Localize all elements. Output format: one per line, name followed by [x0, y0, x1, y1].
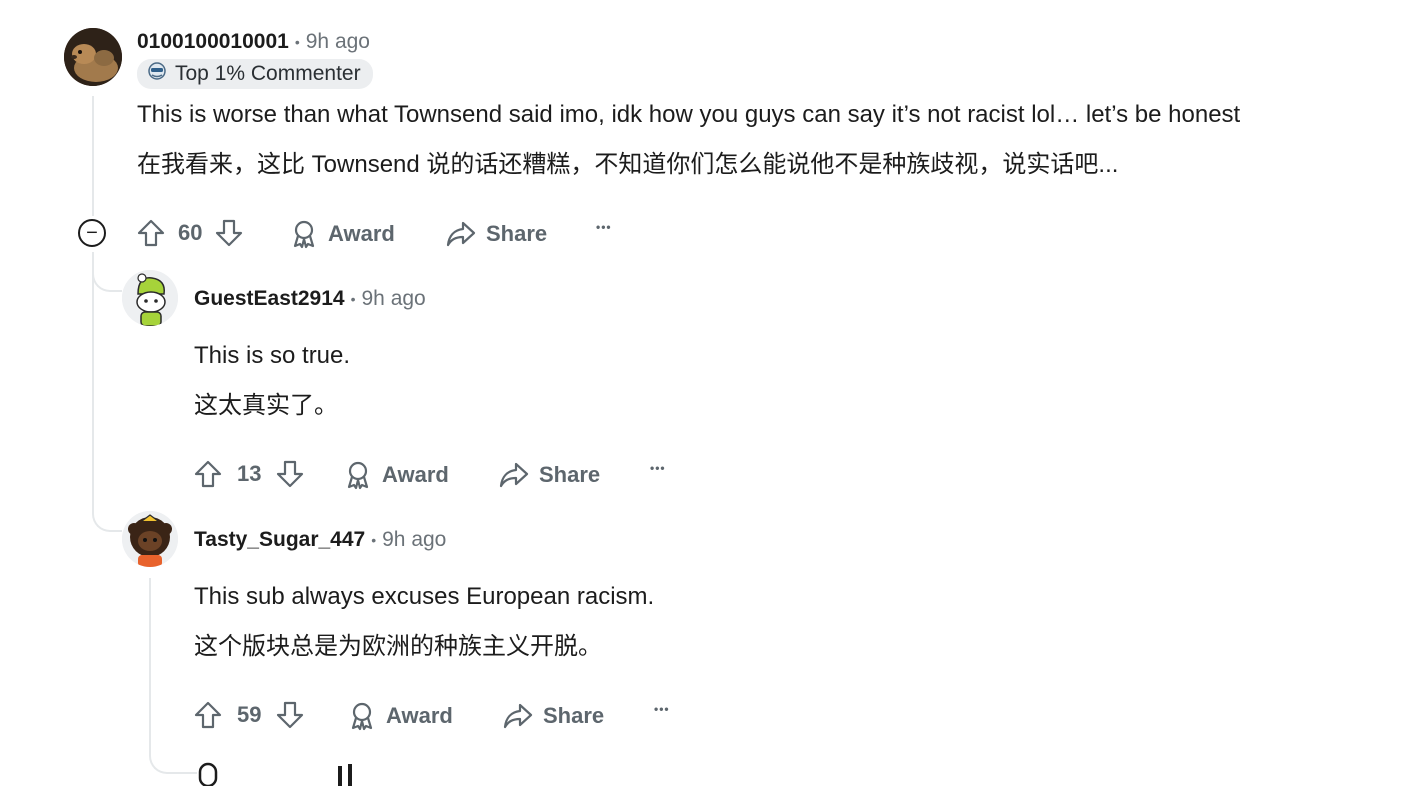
award-icon	[344, 460, 372, 490]
thread-line-main	[92, 96, 94, 216]
share-icon	[499, 461, 529, 489]
thread-curve-reply-1	[92, 252, 122, 292]
next-comment-fragment	[198, 760, 358, 786]
thread-curve-reply-2	[92, 494, 122, 532]
more-options-button[interactable]: •••	[654, 702, 670, 716]
more-options-button[interactable]: •••	[596, 220, 612, 234]
award-label: Award	[328, 221, 395, 246]
share-label: Share	[543, 703, 605, 728]
collapse-minus-icon: −	[86, 222, 98, 244]
upvote-icon[interactable]	[193, 700, 223, 730]
separator-dot: •	[350, 291, 356, 307]
award-button[interactable]: Award	[290, 218, 395, 250]
comment-username[interactable]: Tasty_Sugar_447	[194, 528, 365, 552]
commenter-badge[interactable]: Top 1% Commenter	[137, 59, 373, 89]
avatar[interactable]	[64, 28, 122, 86]
more-options-button[interactable]: •••	[650, 461, 666, 475]
vote-count: 60	[178, 220, 203, 245]
avatar[interactable]	[122, 270, 178, 326]
comment-text-en: This is so true.	[194, 342, 351, 369]
award-button[interactable]: Award	[348, 700, 453, 732]
share-button[interactable]: Share	[503, 700, 604, 732]
collapse-button[interactable]: −	[78, 219, 106, 247]
downvote-icon[interactable]	[214, 218, 244, 248]
downvote-icon[interactable]	[275, 459, 305, 489]
comment-timestamp[interactable]: 9h ago	[362, 287, 426, 311]
badge-label: Top 1% Commenter	[175, 62, 361, 85]
award-icon	[290, 219, 318, 249]
award-button[interactable]: Award	[344, 459, 449, 491]
downvote-icon[interactable]	[275, 700, 305, 730]
snoo-avatar-icon	[122, 511, 178, 567]
upvote-icon[interactable]	[136, 218, 166, 248]
comment-text-en: This is worse than what Townsend said im…	[137, 101, 1241, 128]
share-button[interactable]: Share	[499, 459, 600, 491]
award-label: Award	[382, 462, 449, 487]
comment-username[interactable]: GuestEast2914	[194, 287, 345, 311]
comment-text-en: This sub always excuses European racism.	[194, 583, 655, 610]
comment-text-zh: 这个版块总是为欧洲的种族主义开脱。	[194, 633, 602, 660]
upvote-icon[interactable]	[193, 459, 223, 489]
award-icon	[348, 701, 376, 731]
separator-dot: •	[294, 34, 300, 50]
badge-icon	[147, 61, 167, 87]
avatar[interactable]	[122, 511, 178, 567]
comment-timestamp[interactable]: 9h ago	[306, 30, 370, 54]
vote-count: 59	[237, 702, 262, 727]
separator-dot: •	[371, 532, 377, 548]
share-button[interactable]: Share	[446, 218, 547, 250]
thread-curve-bottom	[149, 740, 197, 774]
thread-line-children	[92, 252, 94, 502]
vote-count: 13	[237, 461, 262, 486]
award-label: Award	[386, 703, 453, 728]
snoo-avatar-icon	[122, 270, 178, 326]
thread-line-reply-2	[149, 578, 151, 748]
comment-timestamp[interactable]: 9h ago	[382, 528, 446, 552]
share-icon	[446, 220, 476, 248]
comment-username[interactable]: 0100100010001	[137, 30, 289, 54]
comment-text-zh: 在我看来，这比 Townsend 说的话还糟糕，不知道你们怎么能说他不是种族歧视…	[137, 151, 1119, 178]
share-label: Share	[539, 462, 601, 487]
share-label: Share	[486, 221, 548, 246]
dog-avatar-icon	[64, 28, 122, 86]
share-icon	[503, 702, 533, 730]
comment-text-zh: 这太真实了。	[194, 392, 338, 419]
